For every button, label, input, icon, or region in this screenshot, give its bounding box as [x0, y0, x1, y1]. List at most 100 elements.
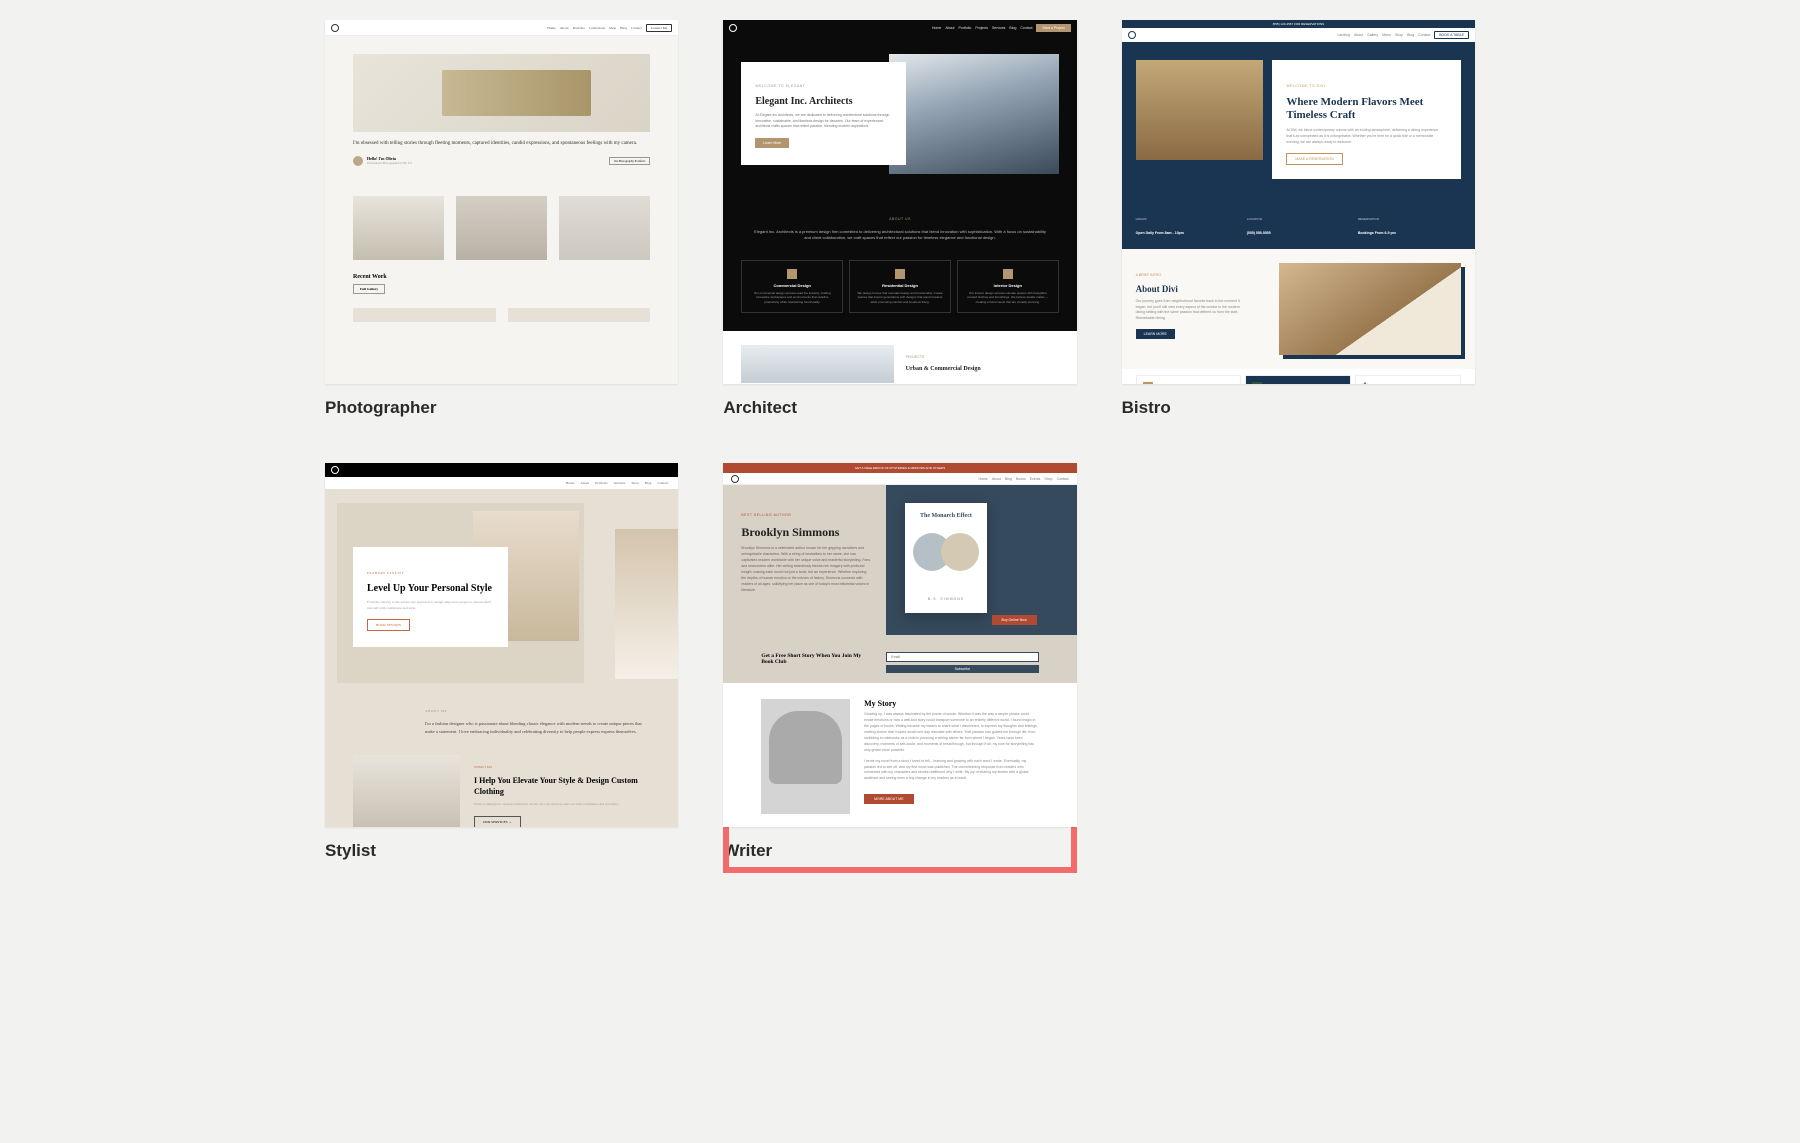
site-header	[325, 463, 678, 477]
template-thumbnail: HomeAboutPortfolioServicesShopBlogContac…	[325, 463, 678, 827]
site-nav: LandingAboutGalleryMenuShopBlogContact	[1337, 33, 1430, 37]
about-image	[1279, 263, 1461, 355]
book-art	[913, 525, 979, 581]
byline-button: On Photography Portfolio	[609, 157, 650, 165]
signup-section: Get a Free Short Story When You Join My …	[723, 635, 1076, 683]
tile-icon	[1252, 382, 1262, 384]
gallery-row	[353, 196, 650, 260]
template-thumbnail: (555) 123-4567 FOR RESERVATIONS LandingA…	[1122, 20, 1475, 384]
about-title: About Divi	[1136, 284, 1247, 294]
hero-eyebrow: WELCOME TO DIVI	[1286, 84, 1325, 88]
byline-sub: Professional Photographer in NY, US	[367, 161, 412, 165]
site-nav: HomeAboutPortfolioServicesShopBlogContac…	[325, 477, 678, 489]
template-title: Writer	[723, 841, 1076, 861]
about-body: I'm a fashion designer who is passionate…	[425, 720, 650, 735]
about-eyebrow: ABOUT US	[889, 217, 911, 221]
hero-text: I'm obsessed with telling stories throug…	[353, 140, 650, 148]
lower-image	[353, 755, 460, 827]
hero-image-secondary	[615, 529, 679, 679]
hero-title: Elegant Inc. Architects	[755, 96, 892, 107]
template-grid: HomeAboutPortfolioCollectionsShopBlogCon…	[325, 20, 1475, 861]
buy-button: Buy Online Now	[992, 615, 1037, 625]
template-card-architect[interactable]: HomeAboutPortfolioProjectsServicesBlogCo…	[723, 20, 1076, 418]
book-author: B.S. SIMMONS	[928, 597, 964, 601]
book-cover: The Monarch Effect B.S. SIMMONS	[905, 503, 987, 613]
about-body: Elegant Inc. Architects is a premium des…	[751, 229, 1048, 242]
tile-icon	[1143, 382, 1153, 384]
subscribe-button: Subscribe	[886, 665, 1038, 673]
lower-body: From workshops to curated wardrobes, it'…	[474, 802, 650, 808]
avatar	[353, 156, 363, 166]
about-button: LEARN MORE	[1136, 329, 1175, 339]
signup-title: Get a Free Short Story When You Join My …	[761, 653, 872, 665]
recent-heading: Recent Work	[353, 274, 650, 280]
template-card-bistro[interactable]: (555) 123-4567 FOR RESERVATIONS LandingA…	[1122, 20, 1475, 418]
hero-image	[889, 54, 1059, 174]
hero-eyebrow: WELCOME TO ELEGANT	[755, 84, 805, 88]
hero-body: From the runway to the streets, my appro…	[367, 600, 494, 611]
site-nav: HomeAboutBlogBooksEventsShopContact	[978, 477, 1068, 481]
lower-title: I Help You Elevate Your Style & Design C…	[474, 776, 650, 797]
template-thumbnail: HomeAboutPortfolioProjectsServicesBlogCo…	[723, 20, 1076, 384]
services-row: Commercial DesignOur commercial design s…	[723, 254, 1076, 332]
topbar: (555) 123-4567 FOR RESERVATIONS	[1122, 20, 1475, 28]
feature-tiles: Food ReimaginedClassic dishes reimagined…	[1122, 369, 1475, 384]
tile-icon: *	[1362, 382, 1372, 384]
template-title: Bistro	[1122, 398, 1475, 418]
lower-button: OUR SERVICES →	[474, 816, 521, 827]
story-title: My Story	[864, 699, 1039, 708]
logo-icon	[731, 475, 739, 483]
story-image	[761, 699, 850, 814]
info-bar: HOURSOpen Daily From 8am - 10pm LOCATION…	[1122, 209, 1475, 249]
site-nav: HomeAboutPortfolioProjectsServicesBlogCo…	[932, 26, 1033, 30]
story-body-2: I wrote my novel from a story I loved to…	[864, 759, 1039, 783]
hero-image	[353, 54, 650, 132]
logo-icon	[1128, 31, 1136, 39]
template-title: Architect	[723, 398, 1076, 418]
bottom-eyebrow: PROJECTS	[906, 355, 925, 359]
hero-body: At Divi, we blend contemporary cuisine w…	[1286, 128, 1447, 145]
template-card-writer[interactable]: GET A FREE EBOOK OF MYSTERIES & MEMOIRS …	[723, 463, 1076, 861]
about-body: Our journey goes from neighborhood favor…	[1136, 299, 1247, 321]
lower-eyebrow: WHAT I DO	[474, 765, 492, 769]
hero-button: Learn More	[755, 138, 789, 148]
about-eyebrow: ABOUT ME	[425, 709, 447, 713]
hero-body: Brooklyn Simmons is a celebrated author …	[741, 546, 871, 594]
template-thumbnail: HomeAboutPortfolioCollectionsShopBlogCon…	[325, 20, 678, 384]
email-input	[886, 652, 1038, 662]
site-header: HomeAboutBlogBooksEventsShopContact	[723, 473, 1076, 485]
about-eyebrow: A BRIEF INTRO	[1136, 273, 1161, 277]
hero-eyebrow: FASHION STYLIST	[367, 571, 404, 575]
topbar: GET A FREE EBOOK OF MYSTERIES & MEMOIRS …	[723, 463, 1076, 473]
service-icon	[1003, 269, 1013, 279]
header-cta: Contact Me	[646, 24, 672, 32]
hero-title: Where Modern Flavors Meet Timeless Craft	[1286, 96, 1447, 122]
site-nav: HomeAboutPortfolioCollectionsShopBlogCon…	[547, 26, 642, 30]
bottom-image	[741, 345, 893, 383]
template-title: Stylist	[325, 841, 678, 861]
hero-title: Brooklyn Simmons	[741, 525, 871, 540]
hero-image	[1136, 60, 1263, 160]
hero-button: MAKE A RESERVATION	[1286, 153, 1342, 165]
bottom-title: Urban & Commercial Design	[906, 366, 981, 372]
service-icon	[787, 269, 797, 279]
book-title: The Monarch Effect	[913, 513, 979, 519]
service-icon	[895, 269, 905, 279]
story-button: MORE ABOUT ME	[864, 794, 914, 804]
logo-icon	[729, 24, 737, 32]
hero-body: At Elegant Inc Architects, we are dedica…	[755, 113, 892, 130]
bottom-images	[353, 308, 650, 322]
logo-icon	[331, 24, 339, 32]
recent-button: Full Gallery	[353, 284, 385, 294]
hero-title: Level Up Your Personal Style	[367, 583, 494, 594]
header-cta: BOOK A TABLE	[1434, 31, 1469, 39]
template-card-stylist[interactable]: HomeAboutPortfolioServicesShopBlogContac…	[325, 463, 678, 861]
template-card-photographer[interactable]: HomeAboutPortfolioCollectionsShopBlogCon…	[325, 20, 678, 418]
site-header: HomeAboutPortfolioProjectsServicesBlogCo…	[723, 20, 1076, 36]
template-thumbnail: GET A FREE EBOOK OF MYSTERIES & MEMOIRS …	[723, 463, 1076, 827]
story-body: Growing up, I was always fascinated by t…	[864, 712, 1039, 754]
logo-icon	[331, 466, 339, 474]
hero-button: BOOK SESSION	[367, 619, 410, 631]
site-header: HomeAboutPortfolioCollectionsShopBlogCon…	[325, 20, 678, 36]
site-header: LandingAboutGalleryMenuShopBlogContact B…	[1122, 28, 1475, 42]
